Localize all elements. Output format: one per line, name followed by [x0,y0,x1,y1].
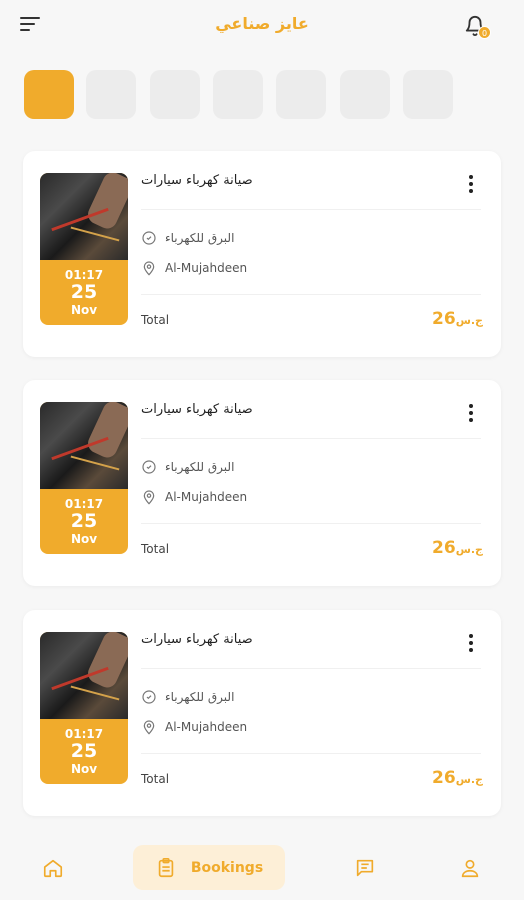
filter-chip-selected[interactable] [24,70,74,119]
provider-name: البرق للكهرباء [165,690,235,704]
divider [141,668,481,669]
booking-price: ج.س26 [432,538,483,558]
price-currency: ج.س [455,773,483,786]
booking-time: 01:17 [64,727,104,741]
booking-date: 01:17 25 Nov [40,260,128,325]
divider [141,523,481,524]
booking-price: ج.س26 [432,768,483,788]
divider [141,209,481,210]
booking-date: 01:17 25 Nov [40,719,128,784]
nav-home[interactable] [38,845,68,890]
location-name: Al-Mujahdeen [165,720,248,734]
clipboard-icon [158,857,174,877]
more-options-icon[interactable] [468,634,474,654]
location-name: Al-Mujahdeen [165,261,248,275]
location-pin-icon [143,490,155,505]
filter-chip[interactable] [403,70,453,119]
service-image [40,402,128,489]
price-currency: ج.س [455,314,483,327]
booking-time: 01:17 [64,497,104,511]
booking-day: 25 [70,510,98,532]
booking-month: Nov [70,303,98,317]
filter-chip[interactable] [276,70,326,119]
notification-bell-icon[interactable]: 0 [464,14,491,42]
location-row: Al-Mujahdeen [141,487,247,507]
price-currency: ج.س [455,543,483,556]
provider-name: البرق للكهرباء [165,231,235,245]
notification-badge: 0 [478,26,491,39]
price-value: 26 [432,309,456,329]
divider [141,438,481,439]
total-label: Total [141,542,170,556]
service-title: صيانة كهرباء سيارات [141,632,253,647]
app-header: عايز صناعي 0 [0,0,524,56]
booking-day: 25 [70,740,98,762]
more-options-icon[interactable] [468,404,474,424]
nav-profile[interactable] [455,845,485,890]
booking-month: Nov [70,762,98,776]
service-title: صيانة كهرباء سيارات [141,402,253,417]
location-row: Al-Mujahdeen [141,258,247,278]
provider-name: البرق للكهرباء [165,460,235,474]
booking-thumbnail: 01:17 25 Nov [40,632,128,784]
divider [141,294,481,295]
nav-bookings[interactable]: Bookings [133,845,285,890]
filter-chip[interactable] [150,70,200,119]
filter-chip[interactable] [213,70,263,119]
bottom-navigation: Bookings [0,835,524,900]
provider-row: البرق للكهرباء [141,228,234,248]
service-title: صيانة كهرباء سيارات [141,173,253,188]
booking-thumbnail: 01:17 25 Nov [40,402,128,554]
home-icon [43,859,63,877]
booking-date: 01:17 25 Nov [40,489,128,554]
booking-month: Nov [70,532,98,546]
booking-day: 25 [70,281,98,303]
nav-messages[interactable] [350,845,380,890]
total-label: Total [141,313,170,327]
provider-tag-icon [142,690,156,704]
location-pin-icon [143,720,155,735]
app-title: عايز صناعي [215,14,309,33]
provider-tag-icon [142,231,156,245]
filter-chip[interactable] [86,70,136,119]
provider-row: البرق للكهرباء [141,687,234,707]
provider-row: البرق للكهرباء [141,457,234,477]
service-image [40,632,128,719]
filter-chip[interactable] [340,70,390,119]
price-value: 26 [432,538,456,558]
user-icon [461,859,479,877]
provider-tag-icon [142,460,156,474]
price-value: 26 [432,768,456,788]
location-pin-icon [143,261,155,276]
chat-icon [356,859,374,876]
more-options-icon[interactable] [468,175,474,195]
booking-card[interactable]: 01:17 25 Nov صيانة كهرباء سيارات البرق ل… [23,610,501,816]
booking-thumbnail: 01:17 25 Nov [40,173,128,325]
total-label: Total [141,772,170,786]
booking-card[interactable]: 01:17 25 Nov صيانة كهرباء سيارات البرق ل… [23,151,501,357]
divider [141,753,481,754]
location-row: Al-Mujahdeen [141,717,247,737]
nav-bookings-label: Bookings [190,859,264,876]
booking-card[interactable]: 01:17 25 Nov صيانة كهرباء سيارات البرق ل… [23,380,501,586]
booking-price: ج.س26 [432,309,483,329]
location-name: Al-Mujahdeen [165,490,248,504]
booking-time: 01:17 [64,268,104,282]
service-image [40,173,128,260]
